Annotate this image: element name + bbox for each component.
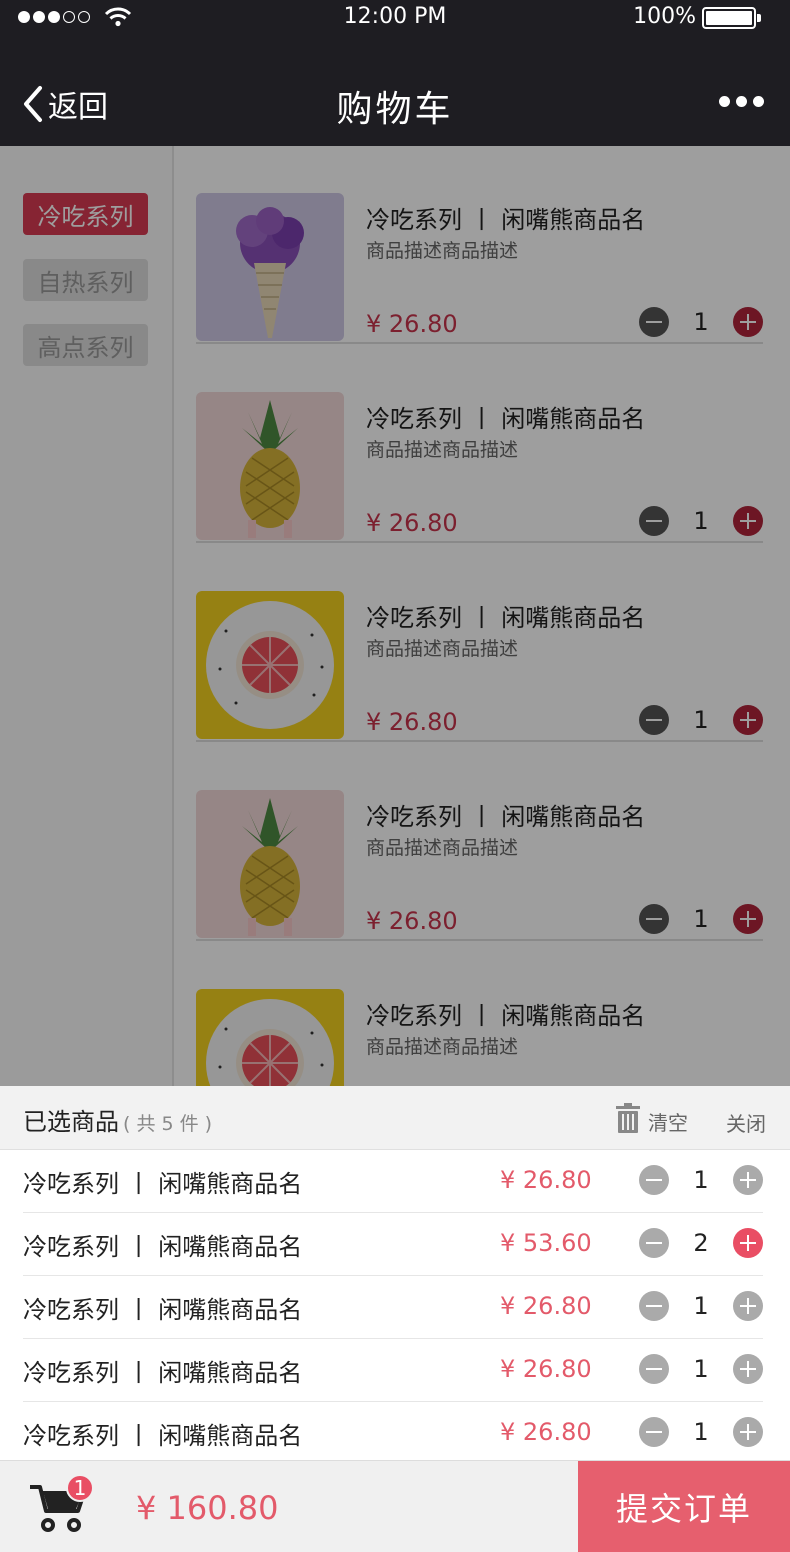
trash-icon[interactable] xyxy=(616,1103,640,1133)
quantity-value: 1 xyxy=(693,1355,709,1383)
minus-icon[interactable] xyxy=(639,1291,669,1321)
submit-order-button[interactable]: 提交订单 xyxy=(578,1461,790,1552)
status-bar: 12:00 PM 100% xyxy=(0,0,790,36)
plus-icon[interactable] xyxy=(733,1165,763,1195)
plus-icon[interactable] xyxy=(733,1417,763,1447)
dim-overlay[interactable] xyxy=(0,146,790,1086)
selected-item-price: ¥ 26.80 xyxy=(500,1166,592,1194)
selected-item-name: 冷吃系列 丨 闲嘴熊商品名 xyxy=(23,1233,303,1261)
selected-list: 冷吃系列 丨 闲嘴熊商品名 ¥ 26.80 1 冷吃系列 丨 闲嘴熊商品名 ¥ … xyxy=(23,1150,763,1465)
selected-item-name: 冷吃系列 丨 闲嘴熊商品名 xyxy=(23,1359,303,1387)
selected-item-row: 冷吃系列 丨 闲嘴熊商品名 ¥ 26.80 1 xyxy=(23,1339,763,1402)
quantity-value: 1 xyxy=(693,1418,709,1446)
minus-icon[interactable] xyxy=(639,1165,669,1195)
clear-button[interactable]: 清空 xyxy=(648,1107,688,1136)
quantity-stepper: 1 xyxy=(639,1165,763,1195)
selected-item-row: 冷吃系列 丨 闲嘴熊商品名 ¥ 26.80 1 xyxy=(23,1276,763,1339)
quantity-value: 1 xyxy=(693,1292,709,1320)
navigation-bar: 返回 购物车 xyxy=(0,36,790,146)
selected-item-row: 冷吃系列 丨 闲嘴熊商品名 ¥ 26.80 1 xyxy=(23,1402,763,1465)
selected-item-name: 冷吃系列 丨 闲嘴熊商品名 xyxy=(23,1296,303,1324)
cart-badge: 1 xyxy=(66,1474,94,1502)
quantity-stepper: 1 xyxy=(639,1354,763,1384)
battery-icon xyxy=(702,7,761,29)
minus-icon[interactable] xyxy=(639,1228,669,1258)
plus-icon[interactable] xyxy=(733,1291,763,1321)
battery-percent: 100% xyxy=(633,4,696,29)
panel-title: 已选商品( 共 5 件 ) xyxy=(23,1102,212,1137)
quantity-value: 2 xyxy=(693,1229,709,1257)
close-button[interactable]: 关闭 xyxy=(726,1108,766,1137)
selected-item-row: 冷吃系列 丨 闲嘴熊商品名 ¥ 53.60 2 xyxy=(23,1213,763,1276)
plus-icon[interactable] xyxy=(733,1228,763,1258)
selected-items-panel: 已选商品( 共 5 件 ) 清空 关闭 冷吃系列 丨 闲嘴熊商品名 ¥ 26.8… xyxy=(0,1086,790,1460)
selected-item-name: 冷吃系列 丨 闲嘴熊商品名 xyxy=(23,1422,303,1450)
more-menu-icon[interactable] xyxy=(719,96,764,107)
total-price: ¥ 160.80 xyxy=(136,1489,279,1527)
selected-item-row: 冷吃系列 丨 闲嘴熊商品名 ¥ 26.80 1 xyxy=(23,1150,763,1213)
selected-item-price: ¥ 26.80 xyxy=(500,1355,592,1383)
selected-item-price: ¥ 53.60 xyxy=(500,1229,592,1257)
quantity-stepper: 2 xyxy=(639,1228,763,1258)
plus-icon[interactable] xyxy=(733,1354,763,1384)
page-title: 购物车 xyxy=(336,89,454,130)
selected-item-price: ¥ 26.80 xyxy=(500,1418,592,1446)
quantity-stepper: 1 xyxy=(639,1291,763,1321)
panel-title-text: 已选商品 xyxy=(23,1108,119,1136)
selected-item-price: ¥ 26.80 xyxy=(500,1292,592,1320)
panel-item-count: ( 共 5 件 ) xyxy=(123,1113,213,1135)
minus-icon[interactable] xyxy=(639,1354,669,1384)
minus-icon[interactable] xyxy=(639,1417,669,1447)
selected-item-name: 冷吃系列 丨 闲嘴熊商品名 xyxy=(23,1170,303,1198)
quantity-value: 1 xyxy=(693,1166,709,1194)
quantity-stepper: 1 xyxy=(639,1417,763,1447)
panel-header: 已选商品( 共 5 件 ) 清空 关闭 xyxy=(0,1086,790,1150)
checkout-bar: 1 ¥ 160.80 提交订单 xyxy=(0,1460,790,1552)
